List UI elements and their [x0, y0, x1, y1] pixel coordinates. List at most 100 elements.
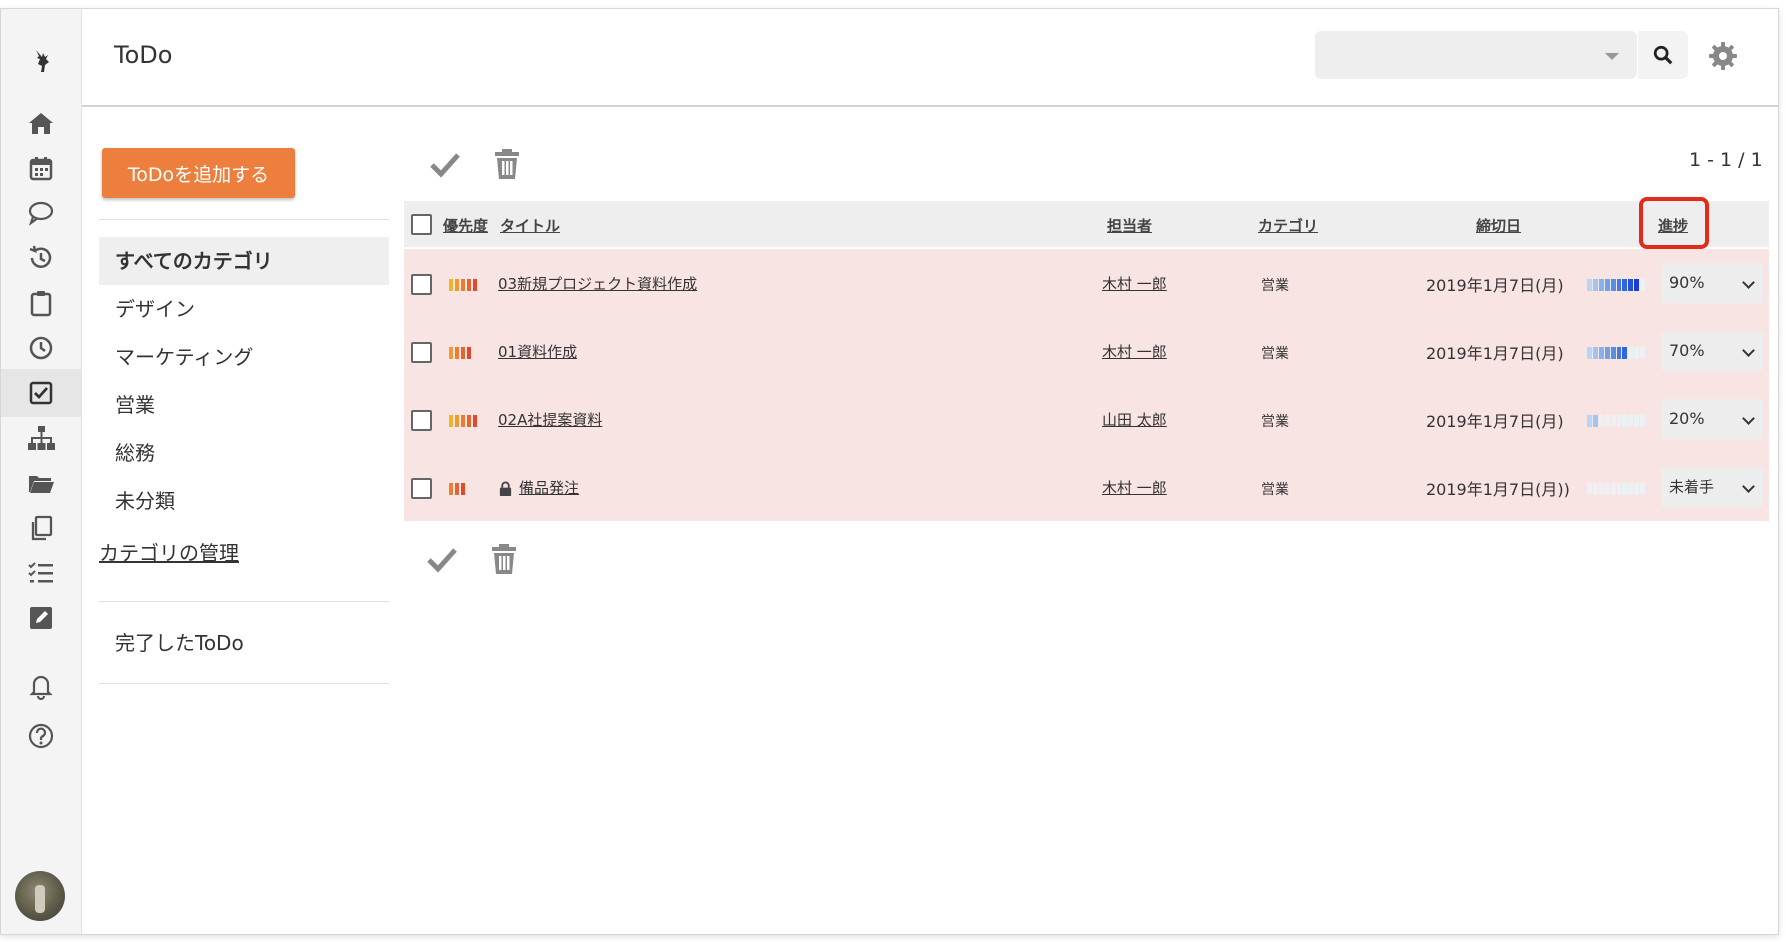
header-priority[interactable]: 優先度: [443, 215, 488, 236]
progress-segment: [1610, 347, 1616, 359]
chevron-down-icon[interactable]: [1605, 53, 1619, 60]
clock-icon: [29, 336, 53, 360]
manage-categories-link[interactable]: カテゴリの管理: [99, 537, 239, 566]
table-row[interactable]: 01資料作成 木村 一郎 営業 2019年1月7日(月) 70%: [404, 317, 1769, 385]
rail-help[interactable]: [1, 712, 81, 760]
row-checkbox[interactable]: [411, 478, 432, 499]
priority-bar: [473, 279, 477, 291]
progress-segment: [1604, 279, 1610, 291]
header-assignee[interactable]: 担当者: [1107, 215, 1152, 236]
pagination-count: 1 - 1 / 1: [1689, 149, 1763, 171]
icon-rail: [1, 9, 82, 934]
search-input[interactable]: [1315, 31, 1637, 79]
top-header: ToDo: [82, 9, 1778, 107]
category-item-general-affairs[interactable]: 総務: [99, 429, 389, 477]
category-item-all[interactable]: すべてのカテゴリ: [99, 237, 389, 285]
category-item-sales[interactable]: 営業: [99, 381, 389, 429]
progress-select[interactable]: 20%: [1661, 399, 1763, 439]
progress-segment: [1640, 415, 1646, 427]
rail-calendar[interactable]: [1, 144, 81, 192]
priority-bar: [449, 279, 453, 291]
rail-copy[interactable]: [1, 504, 81, 552]
complete-check-button[interactable]: [428, 147, 462, 181]
progress-bar: [1587, 415, 1646, 427]
select-all-checkbox[interactable]: [411, 214, 432, 235]
todo-title-link[interactable]: 03新規プロジェクト資料作成: [498, 273, 697, 294]
progress-segment: [1587, 415, 1592, 427]
table-row[interactable]: 02A社提案資料 山田 太郎 営業 2019年1月7日(月) 20%: [404, 385, 1769, 453]
history-icon: [29, 245, 52, 268]
header-title[interactable]: タイトル: [500, 215, 560, 236]
progress-segment: [1598, 483, 1604, 495]
copy-icon: [31, 515, 53, 541]
rail-messages[interactable]: [1, 189, 81, 237]
priority-indicator: [449, 415, 477, 427]
assignee-link[interactable]: 木村 一郎: [1102, 477, 1167, 498]
trash-icon[interactable]: [490, 147, 524, 181]
progress-segment: [1598, 279, 1604, 291]
rail-files[interactable]: [1, 459, 81, 507]
header-category[interactable]: カテゴリ: [1258, 215, 1318, 236]
home-icon: [29, 113, 53, 134]
progress-select[interactable]: 未着手: [1661, 467, 1763, 507]
progress-segment: [1622, 279, 1628, 291]
rail-org[interactable]: [1, 414, 81, 462]
progress-select[interactable]: 70%: [1661, 331, 1763, 371]
complete-check-button[interactable]: [425, 542, 459, 576]
rail-checklist[interactable]: [1, 549, 81, 597]
priority-bar: [461, 279, 465, 291]
priority-indicator: [449, 279, 477, 291]
rail-edit[interactable]: [1, 594, 81, 642]
completed-todos-link[interactable]: 完了したToDo: [115, 627, 244, 656]
trash-icon[interactable]: [487, 542, 521, 576]
progress-segment: [1628, 415, 1634, 427]
app-logo[interactable]: [1, 37, 81, 85]
assignee-link[interactable]: 山田 太郎: [1102, 409, 1167, 430]
priority-indicator: [449, 483, 465, 495]
rail-clipboard[interactable]: [1, 279, 81, 327]
todo-title-link[interactable]: 備品発注: [498, 477, 579, 498]
table-row[interactable]: 備品発注 木村 一郎 営業 2019年1月7日(月)) 未着手: [404, 453, 1769, 521]
progress-segment: [1634, 279, 1640, 291]
assignee-link[interactable]: 木村 一郎: [1102, 341, 1167, 362]
category-item-uncategorized[interactable]: 未分類: [99, 477, 389, 525]
progress-select-value: 70%: [1669, 341, 1705, 360]
rail-home[interactable]: [1, 99, 81, 147]
rail-todo[interactable]: [1, 369, 81, 417]
todo-title-text: 03新規プロジェクト資料作成: [498, 275, 698, 293]
add-todo-button[interactable]: ToDoを追加する: [102, 148, 295, 198]
todo-title-link[interactable]: 01資料作成: [498, 341, 577, 362]
table-row[interactable]: 03新規プロジェクト資料作成 木村 一郎 営業 2019年1月7日(月) 90%: [404, 249, 1769, 317]
rail-notifications[interactable]: [1, 662, 81, 710]
priority-bar: [449, 347, 453, 359]
due-date: 2019年1月7日(月): [1426, 412, 1564, 431]
user-avatar[interactable]: [15, 871, 65, 921]
progress-segment: [1592, 279, 1598, 291]
progress-segment: [1598, 347, 1604, 359]
header-due-date[interactable]: 締切日: [1476, 215, 1521, 236]
folder-open-icon: [29, 476, 54, 493]
progress-segment: [1598, 415, 1604, 427]
rail-history[interactable]: [1, 234, 81, 282]
gear-icon: [1709, 42, 1737, 70]
annotation-highlight-box: [1639, 197, 1709, 249]
row-checkbox[interactable]: [411, 274, 432, 295]
category-label: 営業: [1261, 278, 1289, 294]
search-button[interactable]: [1638, 31, 1688, 79]
category-label: 営業: [1261, 414, 1289, 430]
assignee-link[interactable]: 木村 一郎: [1102, 273, 1167, 294]
priority-bar: [473, 415, 477, 427]
progress-segment: [1622, 347, 1628, 359]
chevron-down-icon: [1742, 344, 1755, 357]
rail-clock[interactable]: [1, 324, 81, 372]
row-checkbox[interactable]: [411, 410, 432, 431]
progress-segment: [1622, 415, 1628, 427]
category-item-marketing[interactable]: マーケティング: [99, 333, 389, 381]
progress-segment: [1610, 415, 1616, 427]
category-item-design[interactable]: デザイン: [99, 285, 389, 333]
todo-title-link[interactable]: 02A社提案資料: [498, 409, 602, 430]
settings-button[interactable]: [1706, 39, 1740, 73]
progress-select[interactable]: 90%: [1661, 263, 1763, 303]
row-checkbox[interactable]: [411, 342, 432, 363]
progress-bar: [1587, 347, 1646, 359]
